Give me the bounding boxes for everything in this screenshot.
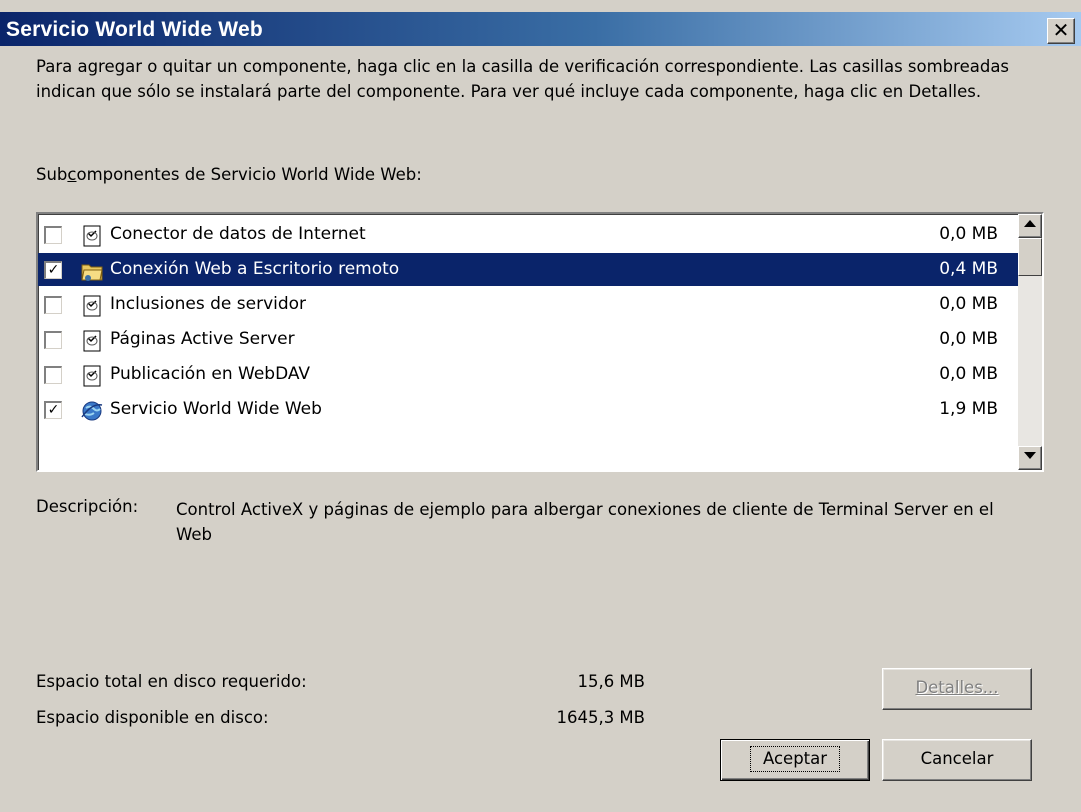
available-space-value: 1645,3 MB xyxy=(556,708,645,727)
component-name: Páginas Active Server xyxy=(110,329,295,349)
close-button[interactable]: ✕ xyxy=(1047,18,1075,44)
component-size: 0,0 MB xyxy=(939,329,998,349)
required-space-value: 15,6 MB xyxy=(577,672,645,691)
scroll-down-button[interactable] xyxy=(1018,446,1042,470)
component-checkbox[interactable]: ✓ xyxy=(44,401,62,419)
component-checkbox[interactable] xyxy=(44,226,62,244)
component-name: Conector de datos de Internet xyxy=(110,224,366,244)
component-name: Servicio World Wide Web xyxy=(110,399,322,419)
file-component-icon xyxy=(80,294,104,318)
list-item[interactable]: ✓ Servicio World Wide Web 1,9 MB xyxy=(38,393,1018,426)
list-item[interactable]: Conector de datos de Internet 0,0 MB xyxy=(38,218,1018,251)
description-label: Descripción: xyxy=(36,497,139,516)
instructions-text: Para agregar o quitar un componente, hag… xyxy=(36,57,1010,101)
folder-component-icon xyxy=(80,259,104,283)
file-component-icon xyxy=(80,329,104,353)
globe-component-icon xyxy=(80,399,104,423)
details-button[interactable]: Detalles... xyxy=(882,668,1032,710)
component-checkbox[interactable] xyxy=(44,331,62,349)
subcomponents-list[interactable]: Conector de datos de Internet 0,0 MB ✓ Cone… xyxy=(36,212,1044,472)
scroll-thumb[interactable] xyxy=(1018,238,1042,276)
cancel-button[interactable]: Cancelar xyxy=(882,739,1032,781)
component-checkbox[interactable] xyxy=(44,366,62,384)
arrow-up-icon xyxy=(1024,220,1036,227)
component-name: Publicación en WebDAV xyxy=(110,364,311,384)
file-component-icon xyxy=(80,364,104,388)
ok-button-label: Aceptar xyxy=(749,746,841,772)
available-space-label: Espacio disponible en disco: xyxy=(36,708,269,727)
list-item[interactable]: Inclusiones de servidor 0,0 MB xyxy=(38,288,1018,321)
description-text: Control ActiveX y páginas de ejemplo par… xyxy=(176,500,994,544)
scroll-up-button[interactable] xyxy=(1018,214,1042,238)
subcomponents-label: Subcomponentes de Servicio World Wide We… xyxy=(36,165,422,184)
vertical-scrollbar[interactable] xyxy=(1018,214,1042,470)
component-size: 0,0 MB xyxy=(939,294,998,314)
list-item[interactable]: Páginas Active Server 0,0 MB xyxy=(38,323,1018,356)
file-component-icon xyxy=(80,224,104,248)
component-size: 0,0 MB xyxy=(939,364,998,384)
close-icon: ✕ xyxy=(1052,18,1070,42)
title-bar: Servicio World Wide Web xyxy=(0,12,1081,46)
window-title: Servicio World Wide Web xyxy=(6,18,263,41)
component-size: 0,4 MB xyxy=(939,259,998,279)
ok-button[interactable]: Aceptar xyxy=(720,739,870,781)
list-item[interactable]: ✓ Conexión Web a Escritorio remoto 0,4 MB xyxy=(38,253,1018,286)
component-name: Inclusiones de servidor xyxy=(110,294,307,314)
arrow-down-icon xyxy=(1024,452,1036,459)
component-checkbox[interactable]: ✓ xyxy=(44,261,62,279)
component-size: 0,0 MB xyxy=(939,224,998,244)
component-name: Conexión Web a Escritorio remoto xyxy=(110,259,400,279)
details-button-label: Detalles... xyxy=(915,678,999,697)
list-item[interactable]: Publicación en WebDAV 0,0 MB xyxy=(38,358,1018,391)
component-size: 1,9 MB xyxy=(939,399,998,419)
component-checkbox[interactable] xyxy=(44,296,62,314)
cancel-button-label: Cancelar xyxy=(920,749,994,768)
required-space-label: Espacio total en disco requerido: xyxy=(36,672,307,691)
